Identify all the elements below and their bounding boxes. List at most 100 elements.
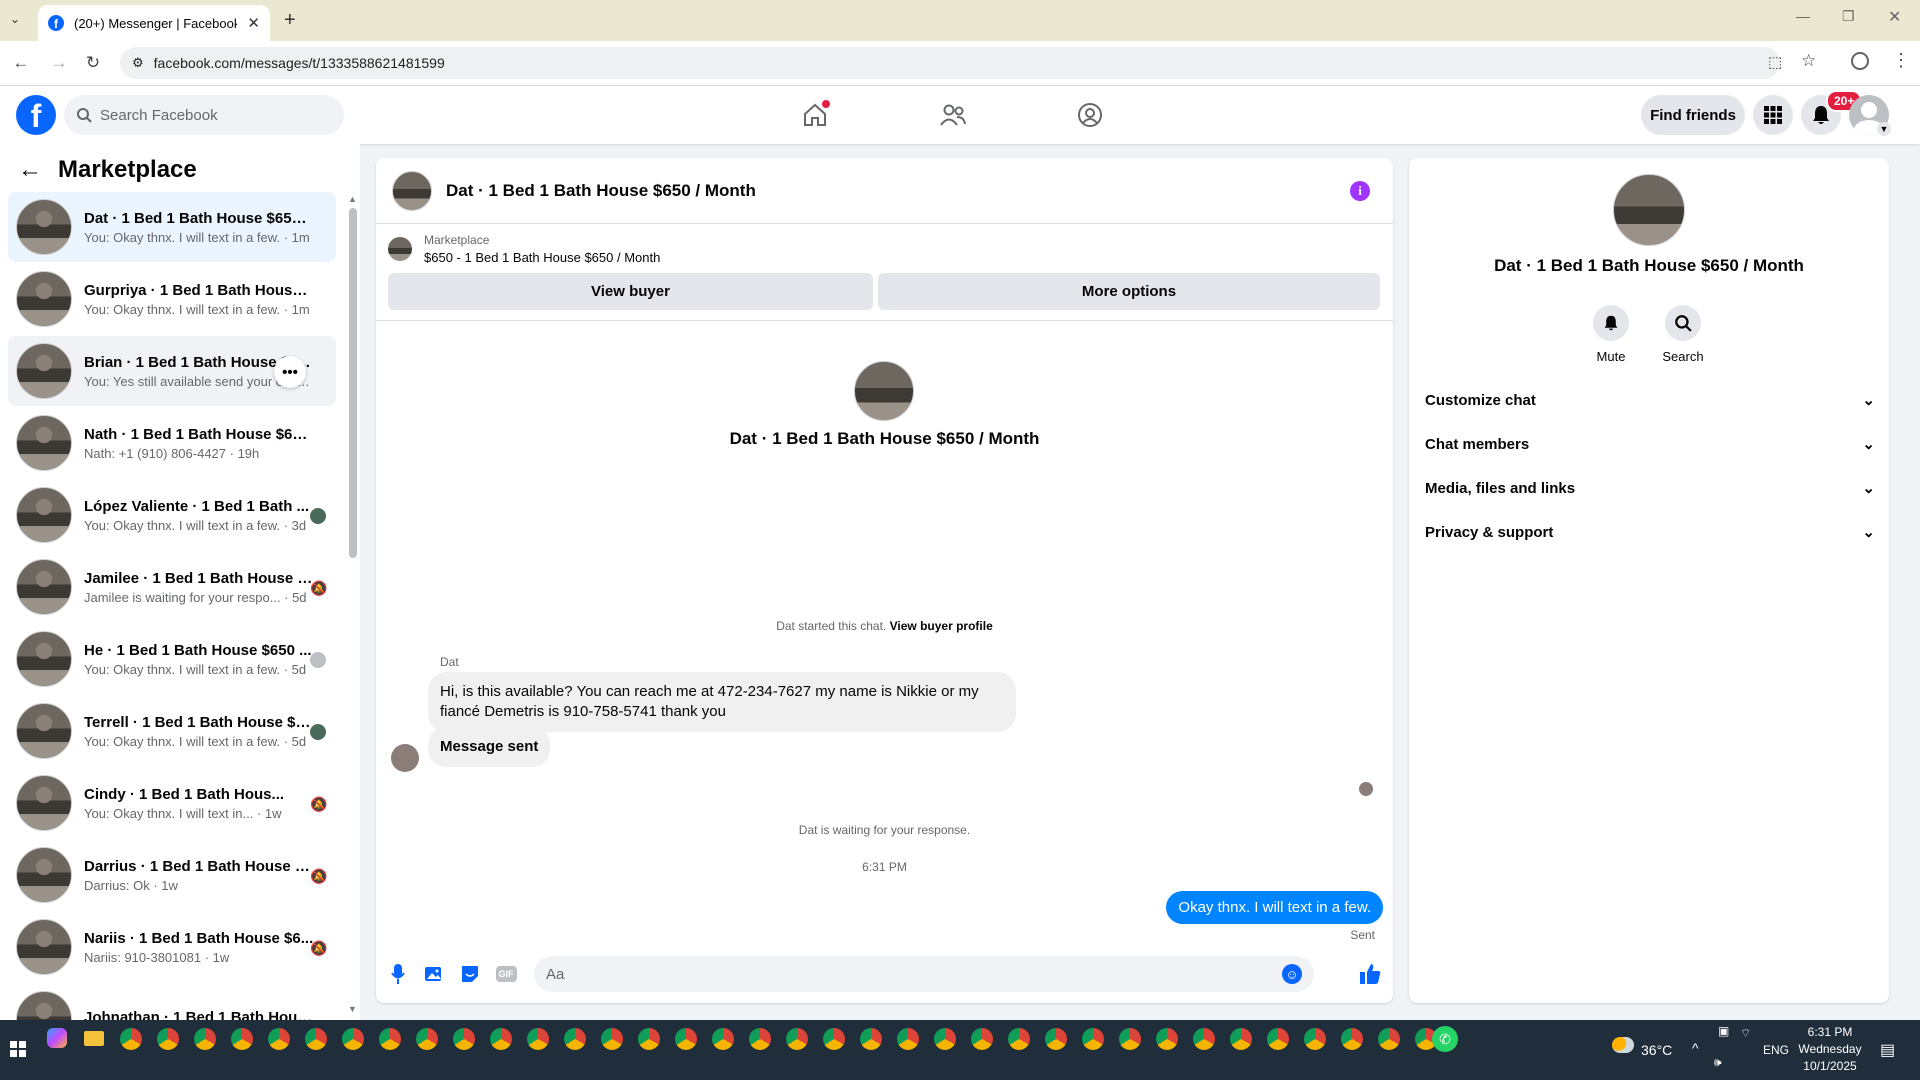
chrome-taskbar-icon[interactable] — [229, 1026, 255, 1052]
restore-icon[interactable]: ❐ — [1842, 8, 1855, 25]
chrome-taskbar-icon[interactable] — [673, 1026, 699, 1052]
chat-avatar[interactable] — [392, 170, 432, 211]
more-options-icon[interactable]: ••• — [274, 356, 306, 388]
profile-avatar[interactable] — [854, 361, 914, 421]
message-input[interactable]: Aa ☺ — [534, 956, 1314, 992]
tab-search-chevron-icon[interactable]: ⌄ — [10, 12, 20, 26]
chrome-taskbar-icon[interactable] — [451, 1026, 477, 1052]
microphone-icon[interactable] — [386, 962, 410, 986]
customize-chat-section[interactable]: Customize chat ⌄ — [1425, 380, 1875, 420]
groups-icon[interactable] — [1075, 100, 1105, 130]
outgoing-message[interactable]: Okay thnx. I will text in a few. — [1166, 891, 1383, 924]
copilot-icon[interactable] — [47, 1028, 67, 1048]
whatsapp-icon[interactable]: ✆ — [1432, 1026, 1458, 1052]
conversation-item[interactable]: Gurpriya · 1 Bed 1 Bath House $6... You: … — [8, 264, 336, 334]
scroll-up-icon[interactable]: ▲ — [348, 194, 357, 204]
sender-avatar[interactable] — [391, 744, 419, 772]
chrome-taskbar-icon[interactable] — [1339, 1026, 1365, 1052]
chat-members-section[interactable]: Chat members ⌄ — [1425, 424, 1875, 464]
sticker-icon[interactable] — [458, 962, 482, 986]
chrome-taskbar-icon[interactable] — [377, 1026, 403, 1052]
chat-title[interactable]: Dat · 1 Bed 1 Bath House $650 / Month — [446, 181, 756, 201]
install-app-icon[interactable]: ⬚ — [1768, 53, 1782, 71]
chrome-taskbar-icon[interactable] — [636, 1026, 662, 1052]
chrome-taskbar-icon[interactable] — [266, 1026, 292, 1052]
file-explorer-icon[interactable] — [84, 1031, 104, 1046]
privacy-support-section[interactable]: Privacy & support ⌄ — [1425, 512, 1875, 552]
bookmark-star-icon[interactable]: ☆ — [1801, 51, 1816, 71]
account-chevron-icon[interactable]: ▼ — [1877, 122, 1891, 136]
info-icon[interactable]: i — [1350, 181, 1370, 201]
chrome-taskbar-icon[interactable] — [303, 1026, 329, 1052]
window-close-icon[interactable]: ✕ — [1888, 7, 1901, 27]
sidebar-scrollbar[interactable] — [349, 208, 357, 558]
search-button[interactable]: Search — [1653, 305, 1713, 364]
address-bar[interactable]: ⚙ facebook.com/messages/t/13335886214815… — [120, 47, 1780, 79]
browser-tab[interactable]: f (20+) Messenger | Facebook ✕ — [38, 5, 270, 41]
conversation-item[interactable]: Terrell · 1 Bed 1 Bath House $6... You: O… — [8, 696, 336, 766]
chrome-taskbar-icon[interactable] — [118, 1026, 144, 1052]
conversation-item[interactable]: Darrius · 1 Bed 1 Bath House $... Darrius… — [8, 840, 336, 910]
language-indicator[interactable]: ENG — [1763, 1043, 1789, 1057]
chrome-taskbar-icon[interactable] — [1080, 1026, 1106, 1052]
notification-center-icon[interactable]: ▤ — [1880, 1040, 1895, 1060]
conversation-item[interactable]: Nath · 1 Bed 1 Bath House $650 ... Nath: … — [8, 408, 336, 478]
chrome-taskbar-icon[interactable] — [562, 1026, 588, 1052]
chrome-taskbar-icon[interactable] — [1265, 1026, 1291, 1052]
emoji-icon[interactable]: ☺ — [1282, 964, 1302, 984]
conversation-item[interactable]: He · 1 Bed 1 Bath House $650 ... You: Oka… — [8, 624, 336, 694]
back-arrow-icon[interactable]: ← — [18, 156, 42, 184]
conversation-item[interactable]: Nariis · 1 Bed 1 Bath House $6... Nariis:… — [8, 912, 336, 982]
incoming-message[interactable]: Hi, is this available? You can reach me … — [428, 672, 1016, 732]
chrome-taskbar-icon[interactable] — [1154, 1026, 1180, 1052]
tray-app-icon[interactable]: ▣ — [1718, 1024, 1729, 1038]
windows-start-icon[interactable] — [10, 1041, 26, 1062]
facebook-logo-icon[interactable]: f — [16, 95, 56, 135]
chrome-taskbar-icon[interactable] — [858, 1026, 884, 1052]
chrome-taskbar-icon[interactable] — [1117, 1026, 1143, 1052]
chrome-taskbar-icon[interactable] — [1228, 1026, 1254, 1052]
tab-close-icon[interactable]: ✕ — [247, 14, 260, 32]
gif-icon[interactable]: GIF — [494, 962, 518, 986]
chrome-taskbar-icon[interactable] — [784, 1026, 810, 1052]
chrome-taskbar-icon[interactable] — [155, 1026, 181, 1052]
chrome-taskbar-icon[interactable] — [1191, 1026, 1217, 1052]
site-info-icon[interactable]: ⚙ — [132, 55, 144, 71]
reload-icon[interactable]: ↻ — [82, 52, 104, 74]
browser-menu-icon[interactable]: ⋮ — [1892, 50, 1910, 71]
find-friends-button[interactable]: Find friends — [1641, 95, 1745, 135]
volume-icon[interactable]: 🕪 — [1714, 1055, 1722, 1070]
chrome-taskbar-icon[interactable] — [340, 1026, 366, 1052]
chrome-taskbar-icon[interactable] — [895, 1026, 921, 1052]
friends-icon[interactable] — [938, 100, 968, 130]
chrome-taskbar-icon[interactable] — [932, 1026, 958, 1052]
chrome-taskbar-icon[interactable] — [599, 1026, 625, 1052]
like-thumb-icon[interactable] — [1358, 962, 1382, 986]
media-files-links-section[interactable]: Media, files and links ⌄ — [1425, 468, 1875, 508]
conversation-item[interactable]: Dat · 1 Bed 1 Bath House $650 / ... You: … — [8, 192, 336, 262]
view-buyer-profile-link[interactable]: View buyer profile — [890, 619, 993, 633]
wifi-icon[interactable]: ⌔ — [1740, 1026, 1751, 1041]
conversation-item[interactable]: Jamilee · 1 Bed 1 Bath House $... Jamilee… — [8, 552, 336, 622]
details-avatar[interactable] — [1613, 174, 1685, 246]
chrome-taskbar-icon[interactable] — [821, 1026, 847, 1052]
new-tab-icon[interactable]: + — [284, 9, 296, 32]
chrome-taskbar-icon[interactable] — [710, 1026, 736, 1052]
profile-icon[interactable] — [1851, 52, 1869, 70]
clock[interactable]: 6:31 PM Wednesday 10/1/2025 — [1798, 1024, 1862, 1075]
minimize-icon[interactable]: — — [1796, 8, 1810, 24]
conversation-item[interactable]: López Valiente · 1 Bed 1 Bath ... You: Ok… — [8, 480, 336, 550]
mute-button[interactable]: Mute — [1581, 305, 1641, 364]
chrome-taskbar-icon[interactable] — [969, 1026, 995, 1052]
message-sent-bubble[interactable]: Message sent — [428, 727, 551, 767]
view-buyer-button[interactable]: View buyer — [388, 273, 873, 310]
conversation-item[interactable]: Brian · 1 Bed 1 Bath House $6... You: Yes… — [8, 336, 336, 406]
weather-temp[interactable]: 36°C — [1641, 1042, 1672, 1058]
chrome-taskbar-icon[interactable] — [192, 1026, 218, 1052]
facebook-search[interactable]: Search Facebook — [64, 95, 344, 135]
more-options-button[interactable]: More options — [878, 273, 1380, 310]
photo-icon[interactable] — [422, 962, 446, 986]
chrome-taskbar-icon[interactable] — [1376, 1026, 1402, 1052]
menu-grid-icon[interactable] — [1753, 95, 1793, 135]
tray-chevron-icon[interactable]: ^ — [1692, 1040, 1699, 1056]
